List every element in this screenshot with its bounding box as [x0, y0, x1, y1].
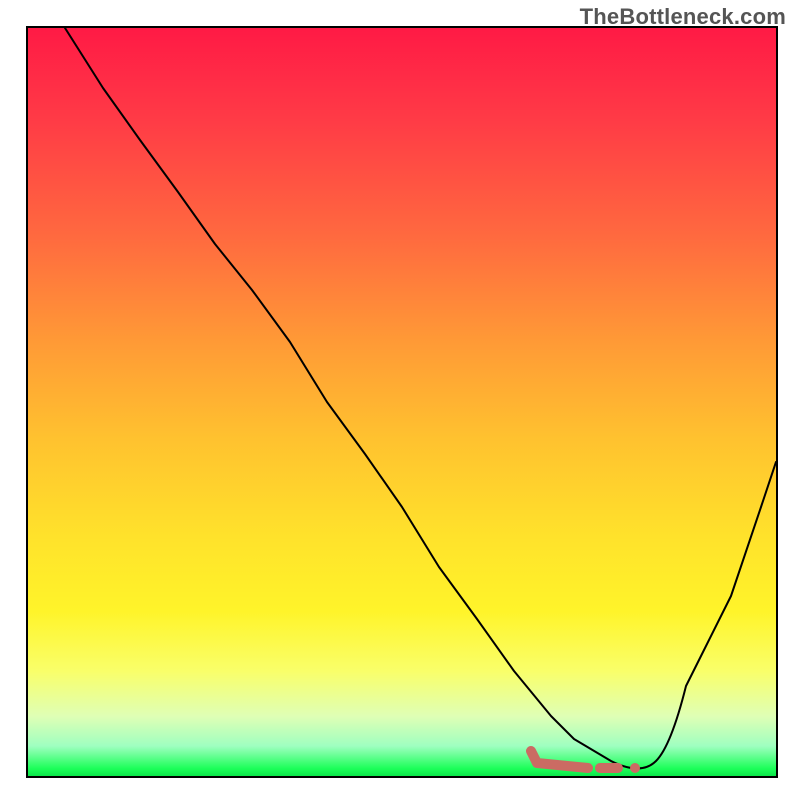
optimal-zone-dot: [630, 763, 640, 773]
chart-overlay: [28, 28, 776, 776]
bottleneck-curve: [65, 28, 776, 769]
plot-area: [26, 26, 778, 778]
chart-frame: TheBottleneck.com: [0, 0, 800, 800]
optimal-zone-pill: [531, 751, 618, 768]
